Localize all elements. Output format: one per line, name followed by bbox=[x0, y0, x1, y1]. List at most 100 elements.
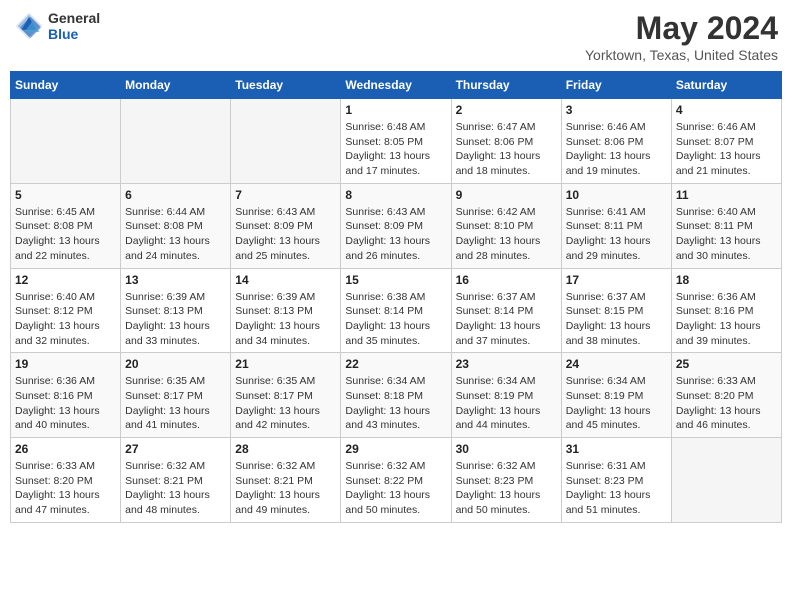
title-block: May 2024 Yorktown, Texas, United States bbox=[585, 10, 778, 63]
day-info: Sunrise: 6:40 AMSunset: 8:12 PMDaylight:… bbox=[15, 290, 116, 349]
day-info: Sunrise: 6:46 AMSunset: 8:07 PMDaylight:… bbox=[676, 120, 777, 179]
calendar-cell: 20 Sunrise: 6:35 AMSunset: 8:17 PMDayligh… bbox=[121, 353, 231, 438]
day-header-monday: Monday bbox=[121, 72, 231, 99]
day-info: Sunrise: 6:33 AMSunset: 8:20 PMDaylight:… bbox=[676, 374, 777, 433]
calendar-cell: 2 Sunrise: 6:47 AMSunset: 8:06 PMDaylight… bbox=[451, 99, 561, 184]
day-number: 29 bbox=[345, 442, 446, 456]
calendar-cell: 16 Sunrise: 6:37 AMSunset: 8:14 PMDayligh… bbox=[451, 268, 561, 353]
calendar-cell: 28Sunrise: 6:32 AMSunset: 8:21 PMDayligh… bbox=[231, 438, 341, 523]
day-header-wednesday: Wednesday bbox=[341, 72, 451, 99]
calendar-table: SundayMondayTuesdayWednesdayThursdayFrid… bbox=[10, 71, 782, 523]
day-number: 15 bbox=[345, 273, 446, 287]
logo: General Blue bbox=[14, 10, 100, 42]
calendar-cell: 12 Sunrise: 6:40 AMSunset: 8:12 PMDayligh… bbox=[11, 268, 121, 353]
calendar-body: 1 Sunrise: 6:48 AMSunset: 8:05 PMDaylight… bbox=[11, 99, 782, 523]
day-number: 27 bbox=[125, 442, 226, 456]
logo-icon bbox=[14, 11, 44, 41]
calendar-cell: 19 Sunrise: 6:36 AMSunset: 8:16 PMDayligh… bbox=[11, 353, 121, 438]
day-info: Sunrise: 6:44 AMSunset: 8:08 PMDaylight:… bbox=[125, 205, 226, 264]
day-number: 22 bbox=[345, 357, 446, 371]
calendar-cell: 3 Sunrise: 6:46 AMSunset: 8:06 PMDaylight… bbox=[561, 99, 671, 184]
day-number: 14 bbox=[235, 273, 336, 287]
day-info: Sunrise: 6:48 AMSunset: 8:05 PMDaylight:… bbox=[345, 120, 446, 179]
day-info: Sunrise: 6:47 AMSunset: 8:06 PMDaylight:… bbox=[456, 120, 557, 179]
day-header-saturday: Saturday bbox=[671, 72, 781, 99]
day-number: 12 bbox=[15, 273, 116, 287]
calendar-cell: 7 Sunrise: 6:43 AMSunset: 8:09 PMDaylight… bbox=[231, 183, 341, 268]
day-info: Sunrise: 6:46 AMSunset: 8:06 PMDaylight:… bbox=[566, 120, 667, 179]
day-info: Sunrise: 6:34 AMSunset: 8:18 PMDaylight:… bbox=[345, 374, 446, 433]
day-info: Sunrise: 6:32 AMSunset: 8:22 PMDaylight:… bbox=[345, 459, 446, 518]
day-info: Sunrise: 6:34 AMSunset: 8:19 PMDaylight:… bbox=[456, 374, 557, 433]
day-info: Sunrise: 6:35 AMSunset: 8:17 PMDaylight:… bbox=[125, 374, 226, 433]
day-info: Sunrise: 6:39 AMSunset: 8:13 PMDaylight:… bbox=[235, 290, 336, 349]
logo-blue: Blue bbox=[48, 26, 100, 42]
day-number: 28 bbox=[235, 442, 336, 456]
day-header-thursday: Thursday bbox=[451, 72, 561, 99]
calendar-week-4: 19 Sunrise: 6:36 AMSunset: 8:16 PMDayligh… bbox=[11, 353, 782, 438]
day-info: Sunrise: 6:34 AMSunset: 8:19 PMDaylight:… bbox=[566, 374, 667, 433]
day-info: Sunrise: 6:36 AMSunset: 8:16 PMDaylight:… bbox=[15, 374, 116, 433]
day-info: Sunrise: 6:40 AMSunset: 8:11 PMDaylight:… bbox=[676, 205, 777, 264]
day-info: Sunrise: 6:43 AMSunset: 8:09 PMDaylight:… bbox=[345, 205, 446, 264]
calendar-cell: 26Sunrise: 6:33 AMSunset: 8:20 PMDayligh… bbox=[11, 438, 121, 523]
logo-text: General Blue bbox=[48, 10, 100, 42]
calendar-cell: 18Sunrise: 6:36 AMSunset: 8:16 PMDayligh… bbox=[671, 268, 781, 353]
day-number: 20 bbox=[125, 357, 226, 371]
calendar-cell: 29 Sunrise: 6:32 AMSunset: 8:22 PMDayligh… bbox=[341, 438, 451, 523]
calendar-cell: 21Sunrise: 6:35 AMSunset: 8:17 PMDayligh… bbox=[231, 353, 341, 438]
location: Yorktown, Texas, United States bbox=[585, 47, 778, 63]
day-info: Sunrise: 6:43 AMSunset: 8:09 PMDaylight:… bbox=[235, 205, 336, 264]
calendar-cell: 31Sunrise: 6:31 AMSunset: 8:23 PMDayligh… bbox=[561, 438, 671, 523]
day-number: 4 bbox=[676, 103, 777, 117]
month-title: May 2024 bbox=[585, 10, 778, 47]
calendar-cell: 9Sunrise: 6:42 AMSunset: 8:10 PMDaylight… bbox=[451, 183, 561, 268]
day-number: 1 bbox=[345, 103, 446, 117]
day-header-sunday: Sunday bbox=[11, 72, 121, 99]
calendar-cell: 17 Sunrise: 6:37 AMSunset: 8:15 PMDayligh… bbox=[561, 268, 671, 353]
day-info: Sunrise: 6:32 AMSunset: 8:23 PMDaylight:… bbox=[456, 459, 557, 518]
day-number: 7 bbox=[235, 188, 336, 202]
day-number: 19 bbox=[15, 357, 116, 371]
day-header-friday: Friday bbox=[561, 72, 671, 99]
calendar-cell: 4 Sunrise: 6:46 AMSunset: 8:07 PMDaylight… bbox=[671, 99, 781, 184]
day-info: Sunrise: 6:38 AMSunset: 8:14 PMDaylight:… bbox=[345, 290, 446, 349]
day-number: 25 bbox=[676, 357, 777, 371]
day-number: 16 bbox=[456, 273, 557, 287]
day-number: 2 bbox=[456, 103, 557, 117]
page-header: General Blue May 2024 Yorktown, Texas, U… bbox=[10, 10, 782, 63]
day-number: 23 bbox=[456, 357, 557, 371]
calendar-cell: 15 Sunrise: 6:38 AMSunset: 8:14 PMDayligh… bbox=[341, 268, 451, 353]
day-number: 6 bbox=[125, 188, 226, 202]
day-number: 17 bbox=[566, 273, 667, 287]
calendar-cell: 22 Sunrise: 6:34 AMSunset: 8:18 PMDayligh… bbox=[341, 353, 451, 438]
day-number: 3 bbox=[566, 103, 667, 117]
calendar-header-row: SundayMondayTuesdayWednesdayThursdayFrid… bbox=[11, 72, 782, 99]
calendar-week-2: 5Sunrise: 6:45 AMSunset: 8:08 PMDaylight… bbox=[11, 183, 782, 268]
calendar-cell: 10Sunrise: 6:41 AMSunset: 8:11 PMDayligh… bbox=[561, 183, 671, 268]
day-number: 26 bbox=[15, 442, 116, 456]
day-info: Sunrise: 6:41 AMSunset: 8:11 PMDaylight:… bbox=[566, 205, 667, 264]
day-number: 5 bbox=[15, 188, 116, 202]
day-info: Sunrise: 6:37 AMSunset: 8:14 PMDaylight:… bbox=[456, 290, 557, 349]
calendar-cell: 6 Sunrise: 6:44 AMSunset: 8:08 PMDaylight… bbox=[121, 183, 231, 268]
calendar-cell bbox=[11, 99, 121, 184]
calendar-cell bbox=[121, 99, 231, 184]
calendar-cell bbox=[671, 438, 781, 523]
day-info: Sunrise: 6:37 AMSunset: 8:15 PMDaylight:… bbox=[566, 290, 667, 349]
day-info: Sunrise: 6:42 AMSunset: 8:10 PMDaylight:… bbox=[456, 205, 557, 264]
calendar-cell: 23 Sunrise: 6:34 AMSunset: 8:19 PMDayligh… bbox=[451, 353, 561, 438]
day-number: 13 bbox=[125, 273, 226, 287]
calendar-cell: 8Sunrise: 6:43 AMSunset: 8:09 PMDaylight… bbox=[341, 183, 451, 268]
calendar-cell bbox=[231, 99, 341, 184]
calendar-cell: 25 Sunrise: 6:33 AMSunset: 8:20 PMDayligh… bbox=[671, 353, 781, 438]
day-number: 30 bbox=[456, 442, 557, 456]
day-number: 18 bbox=[676, 273, 777, 287]
day-info: Sunrise: 6:31 AMSunset: 8:23 PMDaylight:… bbox=[566, 459, 667, 518]
logo-general: General bbox=[48, 10, 100, 26]
calendar-cell: 14 Sunrise: 6:39 AMSunset: 8:13 PMDayligh… bbox=[231, 268, 341, 353]
calendar-week-5: 26Sunrise: 6:33 AMSunset: 8:20 PMDayligh… bbox=[11, 438, 782, 523]
day-info: Sunrise: 6:32 AMSunset: 8:21 PMDaylight:… bbox=[125, 459, 226, 518]
calendar-cell: 5Sunrise: 6:45 AMSunset: 8:08 PMDaylight… bbox=[11, 183, 121, 268]
day-number: 21 bbox=[235, 357, 336, 371]
